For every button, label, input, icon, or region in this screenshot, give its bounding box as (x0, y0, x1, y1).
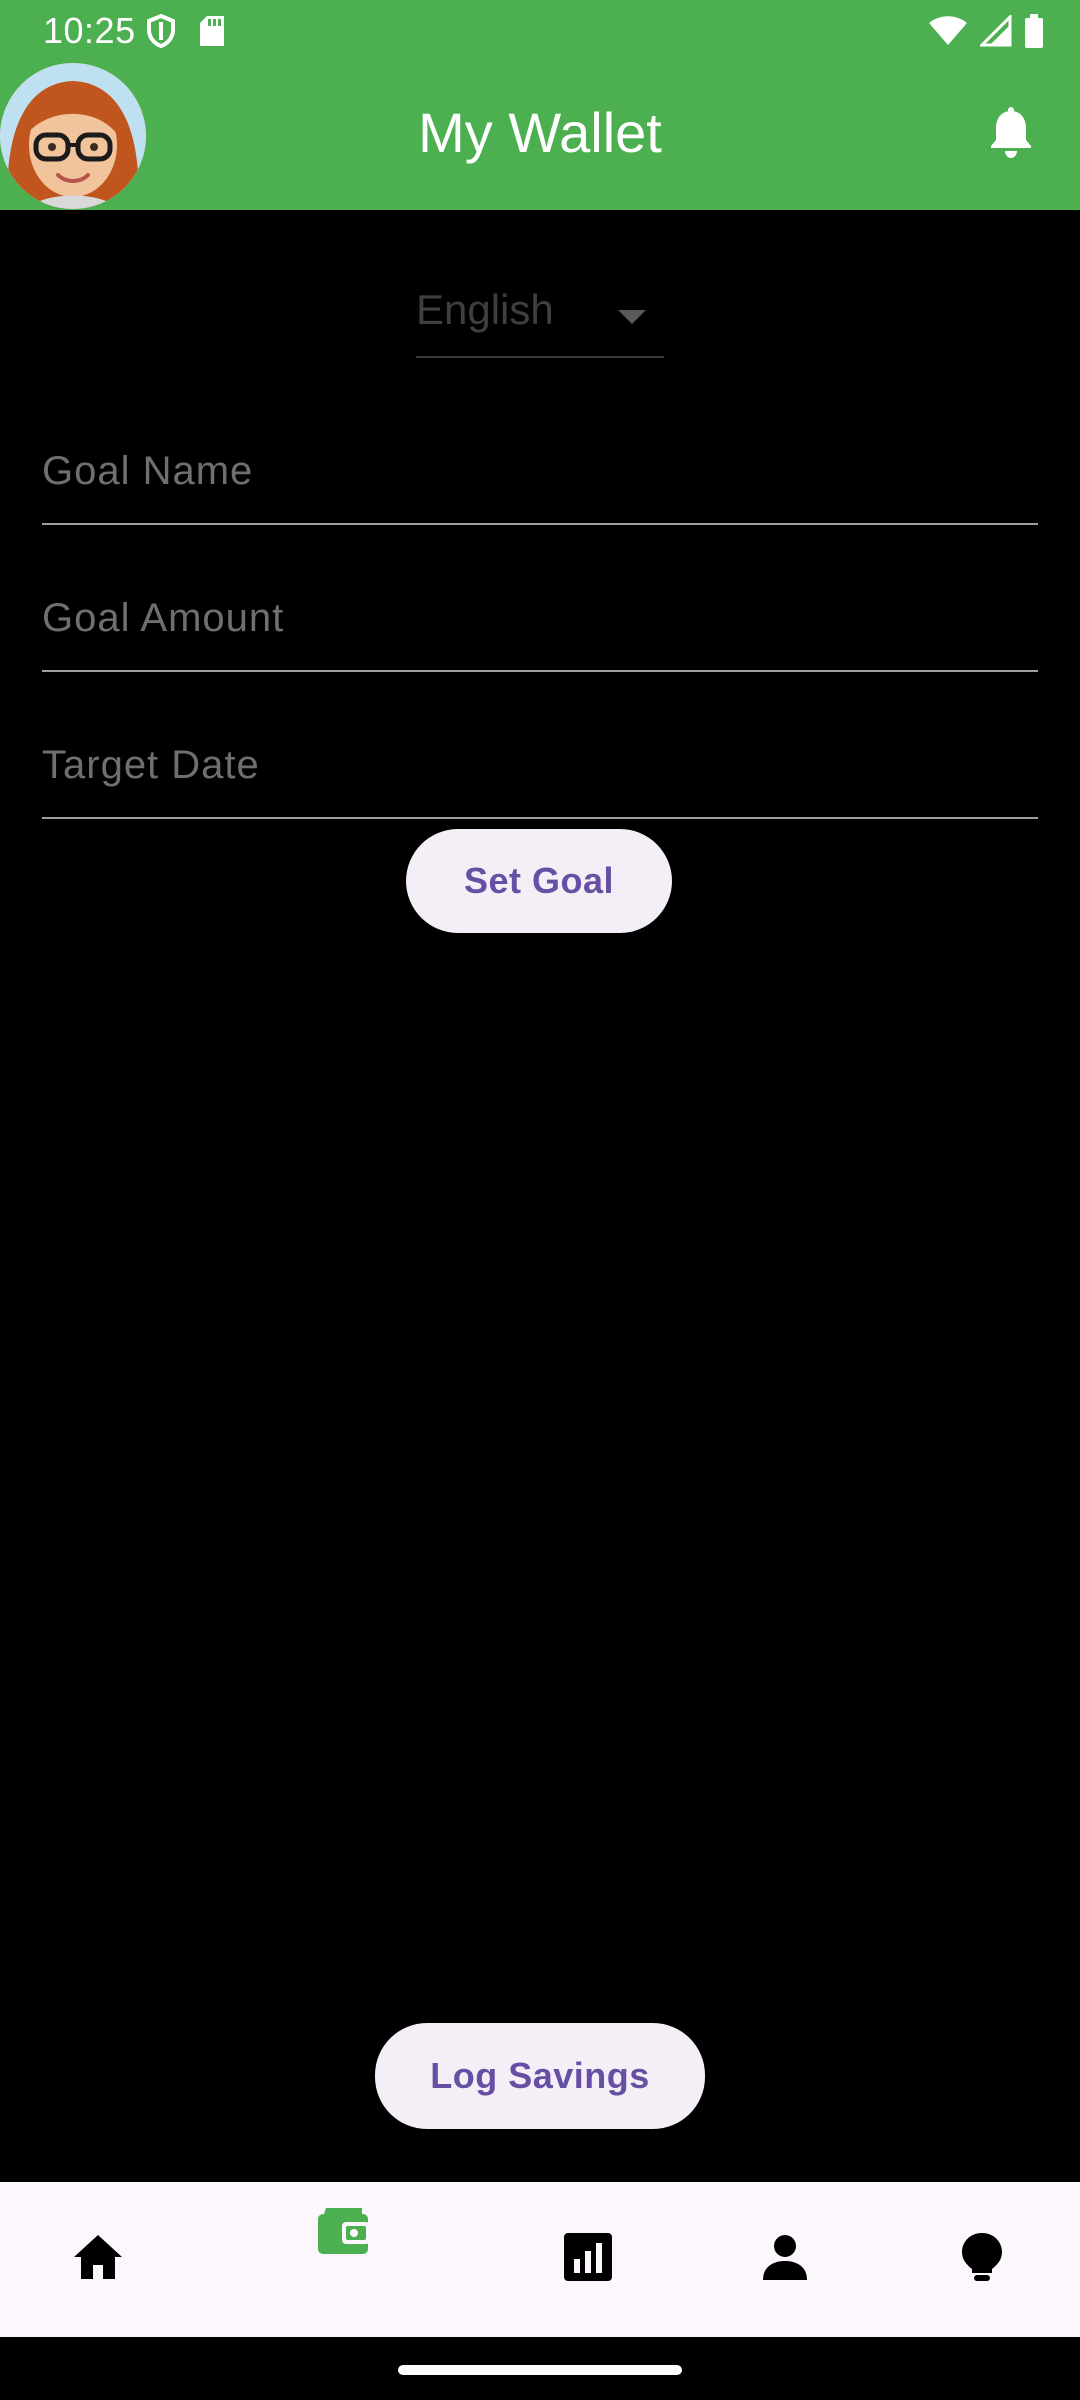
person-icon (762, 2234, 808, 2285)
nav-item-tips[interactable] (922, 2182, 1042, 2337)
nav-item-wallet[interactable] (284, 2182, 404, 2337)
language-selected: English (416, 286, 554, 333)
target-date-input[interactable] (42, 735, 1038, 795)
nav-item-home[interactable] (38, 2182, 158, 2337)
battery-icon (1024, 14, 1044, 53)
app-title: My Wallet (418, 101, 662, 164)
bar-chart-icon (564, 2233, 612, 2286)
goal-name-input[interactable] (42, 441, 1038, 501)
goal-amount-input[interactable] (42, 588, 1038, 648)
status-right-icons (928, 13, 1044, 53)
goal-name-field (42, 423, 1038, 525)
lightbulb-icon (960, 2231, 1004, 2288)
shield-icon (146, 13, 176, 53)
nav-item-stats[interactable] (528, 2182, 648, 2337)
gesture-bar (398, 2365, 682, 2375)
home-icon (72, 2233, 124, 2286)
goal-amount-field (42, 570, 1038, 672)
target-date-field (42, 717, 1038, 819)
language-dropdown[interactable]: English (416, 280, 664, 358)
app-header: 10:25 My Wallet (0, 0, 1080, 210)
status-time: 10:25 (43, 10, 136, 51)
log-savings-button[interactable]: Log Savings (375, 2023, 705, 2129)
nav-item-profile[interactable] (725, 2182, 845, 2337)
set-goal-button[interactable]: Set Goal (406, 829, 672, 933)
bell-icon[interactable] (987, 107, 1035, 164)
wallet-icon (318, 2206, 370, 2259)
dropdown-arrow-icon (618, 310, 646, 324)
bottom-navigation (0, 2182, 1080, 2337)
status-left-icons (146, 13, 226, 53)
signal-icon (978, 13, 1012, 52)
sd-card-icon (198, 14, 226, 53)
wifi-icon (928, 15, 968, 52)
